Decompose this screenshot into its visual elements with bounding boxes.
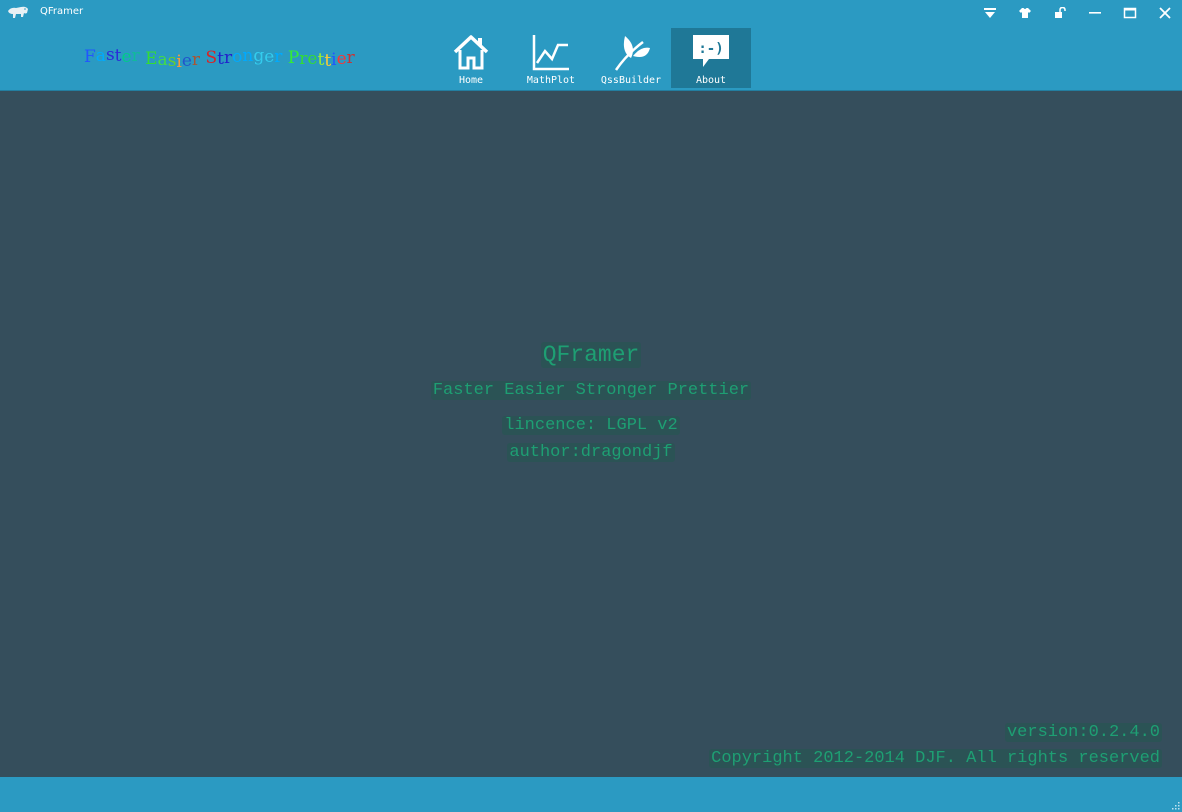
slogan-char: a: [157, 50, 168, 70]
slogan-char: t: [324, 51, 332, 71]
minimize-icon: [1088, 12, 1101, 14]
about-author: author:dragondjf: [507, 443, 675, 462]
nav-about[interactable]: :-) About: [671, 28, 751, 88]
chart-line-icon: [532, 35, 569, 71]
header-slogan: Faster Easier Stronger Prettier: [84, 45, 355, 72]
window-title: QFramer: [40, 6, 84, 17]
slogan-char: g: [253, 46, 265, 66]
slogan-char: r: [299, 49, 308, 69]
slogan-char: e: [264, 47, 275, 67]
minimize-button[interactable]: [1077, 0, 1112, 26]
nav-mathplot[interactable]: MathPlot: [511, 28, 591, 88]
lock-button[interactable]: [1042, 0, 1077, 26]
about-info: QFramer Faster Easier Stronger Prettier …: [0, 340, 1182, 464]
close-icon: [1158, 7, 1171, 19]
theme-shirt-icon: [1018, 8, 1031, 18]
slogan-char: r: [131, 46, 140, 66]
nav-home[interactable]: Home: [431, 28, 511, 88]
nav-about-label: About: [695, 75, 727, 86]
theme-button[interactable]: [1007, 0, 1042, 26]
slogan-char: e: [121, 47, 132, 67]
about-licence: lincence: LGPL v2: [502, 416, 680, 435]
close-button[interactable]: [1147, 0, 1182, 26]
slogan-char: r: [346, 48, 355, 68]
leaf-icon: [614, 36, 650, 71]
nav-qssbuilder[interactable]: QssBuilder: [591, 28, 671, 88]
nav-qssbuilder-label: QssBuilder: [600, 75, 662, 86]
slogan-char: S: [205, 48, 218, 68]
skin-menu-icon: [983, 8, 996, 18]
resize-grip-icon[interactable]: [1170, 800, 1180, 810]
maximize-button[interactable]: [1112, 0, 1147, 26]
version-text: version:0.2.4.0: [1004, 723, 1162, 742]
slogan-char: t: [114, 46, 122, 66]
slogan-char: F: [84, 47, 96, 67]
skin-menu-button[interactable]: [972, 0, 1007, 26]
slogan-char: r: [274, 47, 283, 67]
slogan-char: r: [223, 48, 233, 68]
title-bar: QFramer Faster Easier Stronger Prettier …: [0, 0, 1182, 91]
slogan-char: e: [181, 51, 192, 71]
unlock-icon: [1054, 7, 1066, 18]
slogan-char: s: [167, 51, 177, 71]
slogan-char: P: [287, 48, 300, 68]
slogan-char: s: [105, 45, 115, 65]
main-nav: Home MathPlot QssBuilder :-) About: [431, 28, 751, 88]
nav-home-label: Home: [458, 75, 484, 86]
status-bar: [0, 777, 1182, 812]
app-logo-icon: [8, 6, 28, 18]
home-icon: [453, 35, 489, 70]
copyright-text: Copyright 2012-2014 DJF. All rights rese…: [709, 749, 1162, 768]
slogan-char: e: [307, 49, 318, 69]
window-controls: [972, 0, 1182, 26]
maximize-icon: [1123, 7, 1136, 19]
version-info: version:0.2.4.0 Copyright 2012-2014 DJF.…: [709, 720, 1162, 772]
slogan-char: a: [95, 46, 106, 66]
svg-text::-): :-): [698, 41, 723, 57]
slogan-char: e: [336, 49, 347, 69]
slogan-char: t: [217, 49, 224, 69]
slogan-char: o: [232, 47, 243, 67]
about-slogan: Faster Easier Stronger Prettier: [430, 381, 752, 400]
slogan-char: E: [145, 49, 158, 69]
slogan-char: t: [317, 50, 325, 70]
slogan-char: n: [242, 46, 254, 66]
slogan-char: r: [191, 50, 201, 70]
about-page: QFramer Faster Easier Stronger Prettier …: [0, 92, 1182, 777]
nav-mathplot-label: MathPlot: [526, 75, 576, 86]
smiley-speech-bubble-icon: :-): [693, 35, 729, 67]
about-title: QFramer: [540, 342, 642, 368]
